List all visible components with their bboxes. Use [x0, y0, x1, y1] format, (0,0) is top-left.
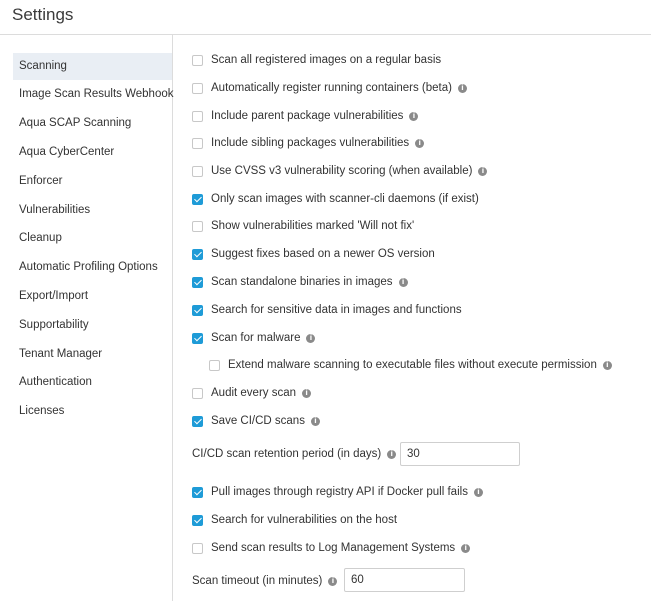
info-icon[interactable]: i [387, 449, 397, 459]
info-icon[interactable]: i [302, 388, 312, 398]
option-label: Scan standalone binaries in images [211, 276, 393, 288]
scan-timeout-label: Scan timeout (in minutes) i [192, 571, 338, 591]
settings-sidebar: Scanning Image Scan Results Webhook Aqua… [0, 35, 173, 601]
option-label: Extend malware scanning to executable fi… [228, 359, 597, 371]
option-sensitive-data[interactable]: Search for sensitive data in images and … [192, 300, 462, 320]
info-icon[interactable]: i [478, 166, 488, 176]
option-cvss-v3-scoring[interactable]: Use CVSS v3 vulnerability scoring (when … [192, 161, 488, 181]
option-label: Suggest fixes based on a newer OS versio… [211, 248, 435, 260]
checkbox-checked[interactable] [192, 514, 203, 526]
info-icon[interactable]: i [310, 416, 320, 426]
option-show-will-not-fix[interactable]: Show vulnerabilities marked 'Will not fi… [192, 216, 414, 236]
sidebar-item-licenses[interactable]: Licenses [13, 398, 172, 425]
option-log-management[interactable]: Send scan results to Log Management Syst… [192, 538, 471, 558]
option-label: Pull images through registry API if Dock… [211, 486, 468, 498]
sidebar-item-vulnerabilities[interactable]: Vulnerabilities [13, 197, 172, 224]
option-extend-malware-scanning[interactable]: Extend malware scanning to executable fi… [209, 355, 612, 375]
field-label-text: CI/CD scan retention period (in days) [192, 448, 382, 460]
option-label: Send scan results to Log Management Syst… [211, 542, 456, 554]
sidebar-item-export-import[interactable]: Export/Import [13, 283, 172, 310]
checkbox-checked[interactable] [192, 304, 203, 316]
sidebar-item-enforcer[interactable]: Enforcer [13, 168, 172, 195]
option-save-cicd-scans[interactable]: Save CI/CD scans i [192, 411, 320, 431]
sidebar-item-tenant-manager[interactable]: Tenant Manager [13, 341, 172, 368]
option-label: Search for vulnerabilities on the host [211, 514, 398, 526]
sidebar-item-image-scan-results-webhook[interactable]: Image Scan Results Webhook [13, 81, 173, 108]
checkbox[interactable] [192, 542, 203, 554]
info-icon[interactable]: i [473, 487, 483, 497]
checkbox[interactable] [192, 110, 203, 122]
info-icon[interactable]: i [398, 277, 408, 287]
option-host-vulnerabilities[interactable]: Search for vulnerabilities on the host [192, 510, 397, 530]
info-icon[interactable]: i [457, 83, 467, 93]
checkbox[interactable] [192, 137, 203, 149]
sidebar-item-aqua-scap-scanning[interactable]: Aqua SCAP Scanning [13, 110, 172, 137]
scan-timeout-input[interactable] [344, 568, 465, 592]
checkbox-checked[interactable] [192, 193, 203, 205]
sidebar-item-scanning[interactable]: Scanning [13, 53, 172, 80]
checkbox-checked[interactable] [192, 415, 203, 427]
option-pull-through-registry-api[interactable]: Pull images through registry API if Dock… [192, 482, 483, 502]
info-icon[interactable]: i [602, 360, 612, 370]
option-scan-malware[interactable]: Scan for malware i [192, 328, 316, 348]
checkbox[interactable] [192, 165, 203, 177]
checkbox[interactable] [192, 54, 203, 66]
option-scanner-cli-daemons[interactable]: Only scan images with scanner-cli daemon… [192, 189, 479, 209]
checkbox-checked[interactable] [192, 276, 203, 288]
option-audit-every-scan[interactable]: Audit every scan i [192, 383, 312, 403]
option-label: Save CI/CD scans [211, 415, 305, 427]
sidebar-item-supportability[interactable]: Supportability [13, 312, 172, 339]
option-label: Only scan images with scanner-cli daemon… [211, 193, 479, 205]
option-suggest-fixes[interactable]: Suggest fixes based on a newer OS versio… [192, 244, 435, 264]
info-icon[interactable]: i [409, 111, 419, 121]
info-icon[interactable]: i [328, 576, 338, 586]
checkbox[interactable] [192, 220, 203, 232]
sidebar-item-automatic-profiling-options[interactable]: Automatic Profiling Options [13, 254, 172, 281]
checkbox-checked[interactable] [192, 248, 203, 260]
option-standalone-binaries[interactable]: Scan standalone binaries in images i [192, 272, 408, 292]
checkbox[interactable] [192, 387, 203, 399]
checkbox-checked[interactable] [192, 332, 203, 344]
option-sibling-package-vulns[interactable]: Include sibling packages vulnerabilities… [192, 133, 425, 153]
option-label: Include parent package vulnerabilities [211, 110, 404, 122]
sidebar-item-authentication[interactable]: Authentication [13, 369, 172, 396]
field-label-text: Scan timeout (in minutes) [192, 575, 323, 587]
info-icon[interactable]: i [306, 333, 316, 343]
cicd-retention-label: CI/CD scan retention period (in days) i [192, 444, 397, 464]
option-label: Scan for malware [211, 332, 301, 344]
option-label: Automatically register running container… [211, 82, 452, 94]
sidebar-item-aqua-cybercenter[interactable]: Aqua CyberCenter [13, 139, 172, 166]
option-scan-registered-images[interactable]: Scan all registered images on a regular … [192, 50, 441, 70]
option-label: Use CVSS v3 vulnerability scoring (when … [211, 165, 473, 177]
option-label: Search for sensitive data in images and … [211, 304, 462, 316]
option-label: Audit every scan [211, 387, 297, 399]
cicd-retention-input[interactable] [400, 442, 520, 466]
checkbox[interactable] [209, 359, 220, 371]
option-label: Include sibling packages vulnerabilities [211, 137, 410, 149]
option-auto-register-containers[interactable]: Automatically register running container… [192, 78, 467, 98]
option-parent-package-vulns[interactable]: Include parent package vulnerabilities i [192, 106, 419, 126]
sidebar-item-cleanup[interactable]: Cleanup [13, 225, 172, 252]
option-label: Scan all registered images on a regular … [211, 54, 442, 66]
checkbox-checked[interactable] [192, 486, 203, 498]
checkbox[interactable] [192, 82, 203, 94]
info-icon[interactable]: i [461, 543, 471, 553]
page-title: Settings [12, 5, 74, 24]
option-label: Show vulnerabilities marked 'Will not fi… [211, 220, 415, 232]
info-icon[interactable]: i [415, 138, 425, 148]
